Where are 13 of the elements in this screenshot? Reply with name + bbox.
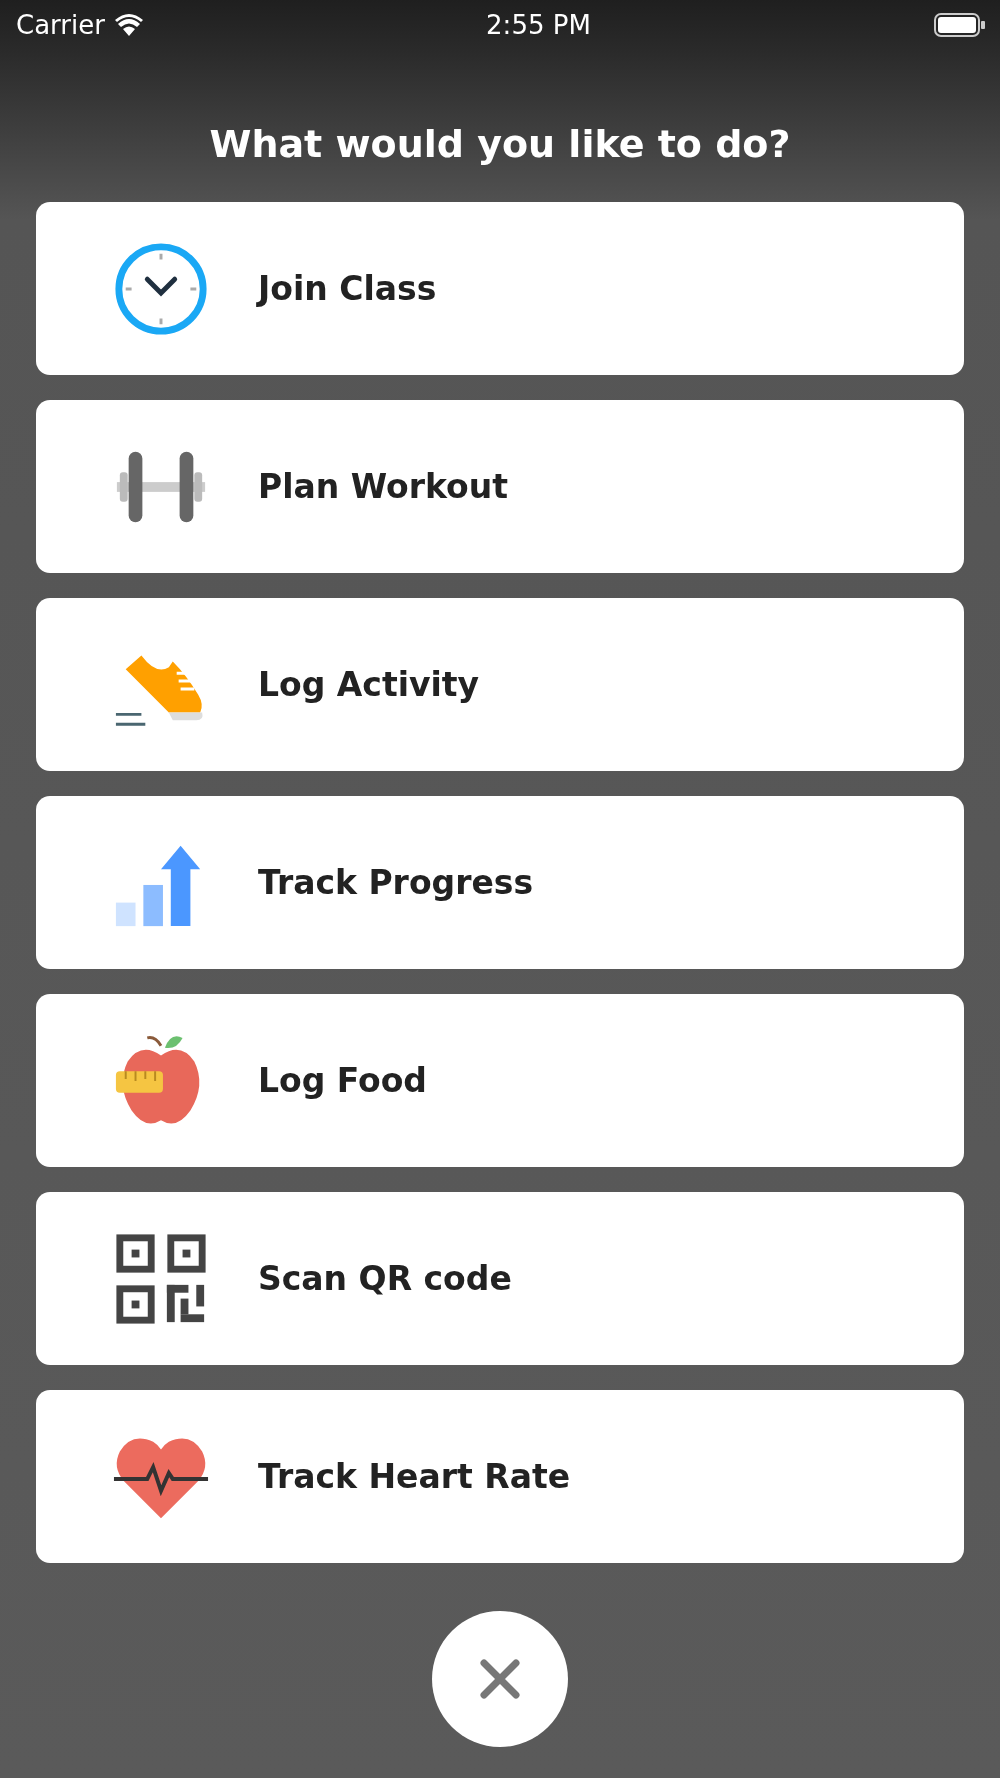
action-button[interactable]: Plan Workout [36, 400, 964, 573]
action-button[interactable]: Log Food [36, 994, 964, 1167]
clock-time: 2:55 PM [486, 10, 591, 40]
action-button[interactable]: Log Activity [36, 598, 964, 771]
wifi-icon [114, 14, 143, 36]
action-button[interactable]: Scan QR code [36, 1192, 964, 1365]
close-icon [480, 1659, 520, 1699]
page-title: What would you like to do? [209, 122, 791, 166]
battery-icon [934, 13, 986, 37]
action-button[interactable]: Track Progress [36, 796, 964, 969]
carrier-name: Carrier [16, 10, 105, 40]
action-button[interactable]: Join Class [36, 202, 964, 375]
action-button[interactable]: Track Heart Rate [36, 1390, 964, 1563]
